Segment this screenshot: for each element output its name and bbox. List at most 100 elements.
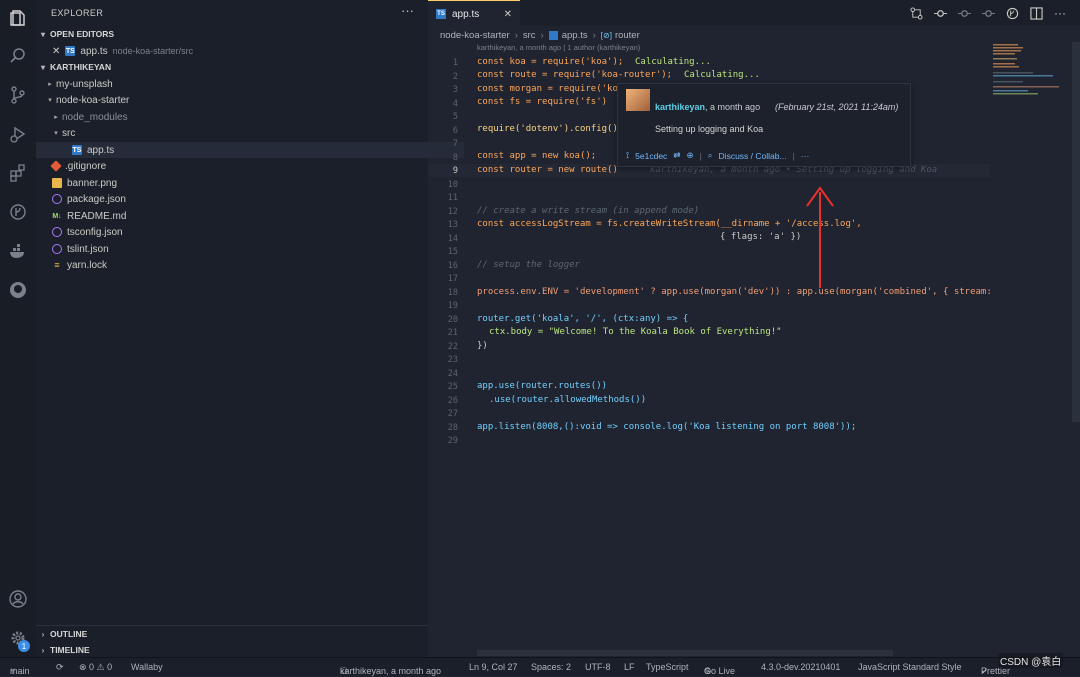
commit-sha-link[interactable]: 5e1cdec bbox=[635, 151, 667, 161]
json-file-icon bbox=[52, 244, 62, 254]
typescript-file-icon: TS bbox=[65, 46, 76, 56]
outline-header[interactable]: › OUTLINE bbox=[36, 626, 428, 642]
code-line: .use(router.allowedMethods()) bbox=[489, 395, 647, 405]
tree-file-banner-png[interactable]: banner.png bbox=[36, 175, 444, 191]
settings-gear-icon[interactable]: 1 bbox=[0, 620, 36, 656]
breadcrumb: node-koa-starter › src › app.ts › [⊘] ro… bbox=[440, 28, 640, 42]
tree-file-gitignore[interactable]: .gitignore bbox=[36, 158, 444, 174]
tree-file-app-ts[interactable]: TS app.ts bbox=[36, 142, 464, 158]
markdown-file-icon: M↓ bbox=[52, 212, 62, 220]
line-number: 7 bbox=[452, 139, 458, 149]
chevron-right-icon: ▸ bbox=[54, 114, 58, 121]
search-icon[interactable] bbox=[0, 38, 36, 74]
breadcrumb-file[interactable]: app.ts bbox=[562, 30, 588, 41]
cursor-position[interactable]: Ln 9, Col 27 bbox=[469, 662, 518, 672]
breadcrumb-symbol[interactable]: router bbox=[615, 30, 640, 41]
code-line: require('dotenv').config() bbox=[477, 124, 618, 134]
line-number: 12 bbox=[447, 207, 458, 217]
code-line: const koa = require('koa'); bbox=[477, 57, 624, 67]
previous-revision-icon[interactable] bbox=[957, 6, 971, 20]
code-line: app.use(router.routes()) bbox=[477, 381, 608, 391]
line-ending[interactable]: LF bbox=[624, 662, 635, 672]
minimap[interactable] bbox=[990, 42, 1060, 640]
code-line: }) bbox=[477, 341, 488, 351]
tab-app-ts[interactable]: TS app.ts ✕ bbox=[428, 0, 520, 27]
language-mode[interactable]: TypeScript bbox=[646, 662, 689, 672]
line-number: 14 bbox=[447, 234, 458, 244]
open-changes-icon[interactable] bbox=[909, 6, 923, 20]
commit-icon[interactable] bbox=[933, 6, 947, 20]
annotation-arrow bbox=[806, 186, 834, 288]
more-link[interactable]: ··· bbox=[801, 151, 810, 161]
tree-folder-node-koa-starter[interactable]: ▾ node-koa-starter bbox=[36, 92, 436, 108]
discuss-link[interactable]: Discuss / Collab... bbox=[719, 151, 787, 161]
json-file-icon bbox=[52, 227, 62, 237]
next-revision-icon[interactable] bbox=[981, 6, 995, 20]
github-icon[interactable] bbox=[0, 272, 36, 308]
more-actions-icon[interactable]: ··· bbox=[1053, 6, 1067, 20]
codelens-blame[interactable]: karthikeyan, a month ago | 1 author (kar… bbox=[477, 43, 640, 52]
code-line: ctx.body = "Welcome! To the Koala Book o… bbox=[489, 327, 782, 337]
author-link[interactable]: karthikeyan bbox=[655, 102, 705, 112]
typescript-file-icon bbox=[548, 30, 558, 40]
tree-file-tsconfig-json[interactable]: tsconfig.json bbox=[36, 224, 444, 240]
run-debug-icon[interactable] bbox=[0, 116, 36, 152]
account-icon[interactable] bbox=[0, 581, 36, 617]
tree-folder-src[interactable]: ▾ src bbox=[36, 125, 442, 141]
explorer-more-button[interactable]: ··· bbox=[401, 3, 414, 18]
encoding[interactable]: UTF-8 bbox=[585, 662, 611, 672]
chevron-right-icon: › bbox=[514, 29, 518, 41]
line-number: 2 bbox=[452, 72, 458, 82]
activity-bar: 1 bbox=[0, 0, 36, 657]
vertical-scrollbar[interactable] bbox=[1072, 42, 1080, 422]
commit-date: (February 21st, 2021 11:24am) bbox=[775, 102, 899, 112]
code-line: const router = new route() bbox=[477, 165, 618, 175]
explorer-sidebar: EXPLORER ··· ▾ OPEN EDITORS ✕ TS app.ts … bbox=[36, 0, 464, 658]
tree-file-readme-md[interactable]: M↓ README.md bbox=[36, 208, 444, 224]
tree-file-package-json[interactable]: package.json bbox=[36, 191, 444, 207]
line-number: 13 bbox=[447, 220, 458, 230]
split-editor-icon[interactable] bbox=[1029, 6, 1043, 20]
tree-file-tslint-json[interactable]: tslint.json bbox=[36, 241, 444, 257]
globe-icon[interactable]: ⊕ bbox=[686, 150, 693, 161]
line-number: 3 bbox=[452, 85, 458, 95]
indentation[interactable]: Spaces: 2 bbox=[531, 662, 571, 672]
import-cost-hint: Calculating... bbox=[635, 57, 711, 67]
open-editor-item[interactable]: ✕ TS app.ts node-koa-starter/src bbox=[36, 43, 444, 59]
line-number: 22 bbox=[447, 342, 458, 352]
extensions-icon[interactable] bbox=[0, 155, 36, 191]
line-number: 28 bbox=[447, 423, 458, 433]
linter-status[interactable]: JavaScript Standard Style bbox=[858, 662, 962, 672]
tree-folder-node-modules[interactable]: ▸ node_modules bbox=[36, 109, 442, 125]
tree-file-yarn-lock[interactable]: ≡ yarn.lock bbox=[36, 257, 444, 273]
status-bar: ⑂ main ⟳ ⊗ 0 ⚠ 0 Wallaby ⚇ karthikeyan, … bbox=[0, 653, 1080, 676]
typescript-version[interactable]: 4.3.0-dev.20210401 bbox=[761, 662, 840, 672]
explorer-icon[interactable] bbox=[0, 0, 36, 36]
code-line: const fs = require('fs') bbox=[477, 97, 608, 107]
watermark: CSDN @袁白 bbox=[998, 653, 1064, 668]
explorer-title: EXPLORER bbox=[51, 8, 104, 18]
code-line: const morgan = require('ko bbox=[477, 84, 618, 94]
docker-icon[interactable] bbox=[0, 233, 36, 269]
line-number: 11 bbox=[447, 193, 458, 203]
compare-icon[interactable]: ⇄ bbox=[673, 150, 680, 161]
line-number: 15 bbox=[447, 247, 458, 257]
source-control-icon[interactable] bbox=[0, 77, 36, 113]
horizontal-scrollbar[interactable] bbox=[477, 650, 893, 656]
code-line: { flags: 'a' }) bbox=[720, 232, 802, 242]
tree-folder-my-unsplash[interactable]: ▸ my-unsplash bbox=[36, 76, 436, 92]
wallaby-indicator[interactable]: Wallaby bbox=[131, 662, 163, 672]
close-tab-icon[interactable]: ✕ bbox=[504, 9, 512, 20]
problems-indicator[interactable]: ⊗ 0 ⚠ 0 bbox=[79, 662, 112, 673]
breadcrumb-folder[interactable]: node-koa-starter bbox=[440, 30, 510, 41]
line-number: 19 bbox=[447, 301, 458, 311]
open-editors-header[interactable]: ▾ OPEN EDITORS bbox=[36, 26, 428, 42]
timeline-header[interactable]: › TIMELINE bbox=[36, 642, 428, 658]
toggle-blame-icon[interactable] bbox=[1005, 6, 1019, 20]
gitlens-icon[interactable] bbox=[0, 194, 36, 230]
close-icon[interactable]: ✕ bbox=[52, 46, 60, 57]
breadcrumb-folder[interactable]: src bbox=[523, 30, 536, 41]
workspace-header[interactable]: ▾ KARTHIKEYAN bbox=[36, 59, 428, 75]
sync-icon[interactable]: ⟳ bbox=[56, 662, 64, 673]
code-comment: // setup the logger bbox=[477, 260, 580, 270]
